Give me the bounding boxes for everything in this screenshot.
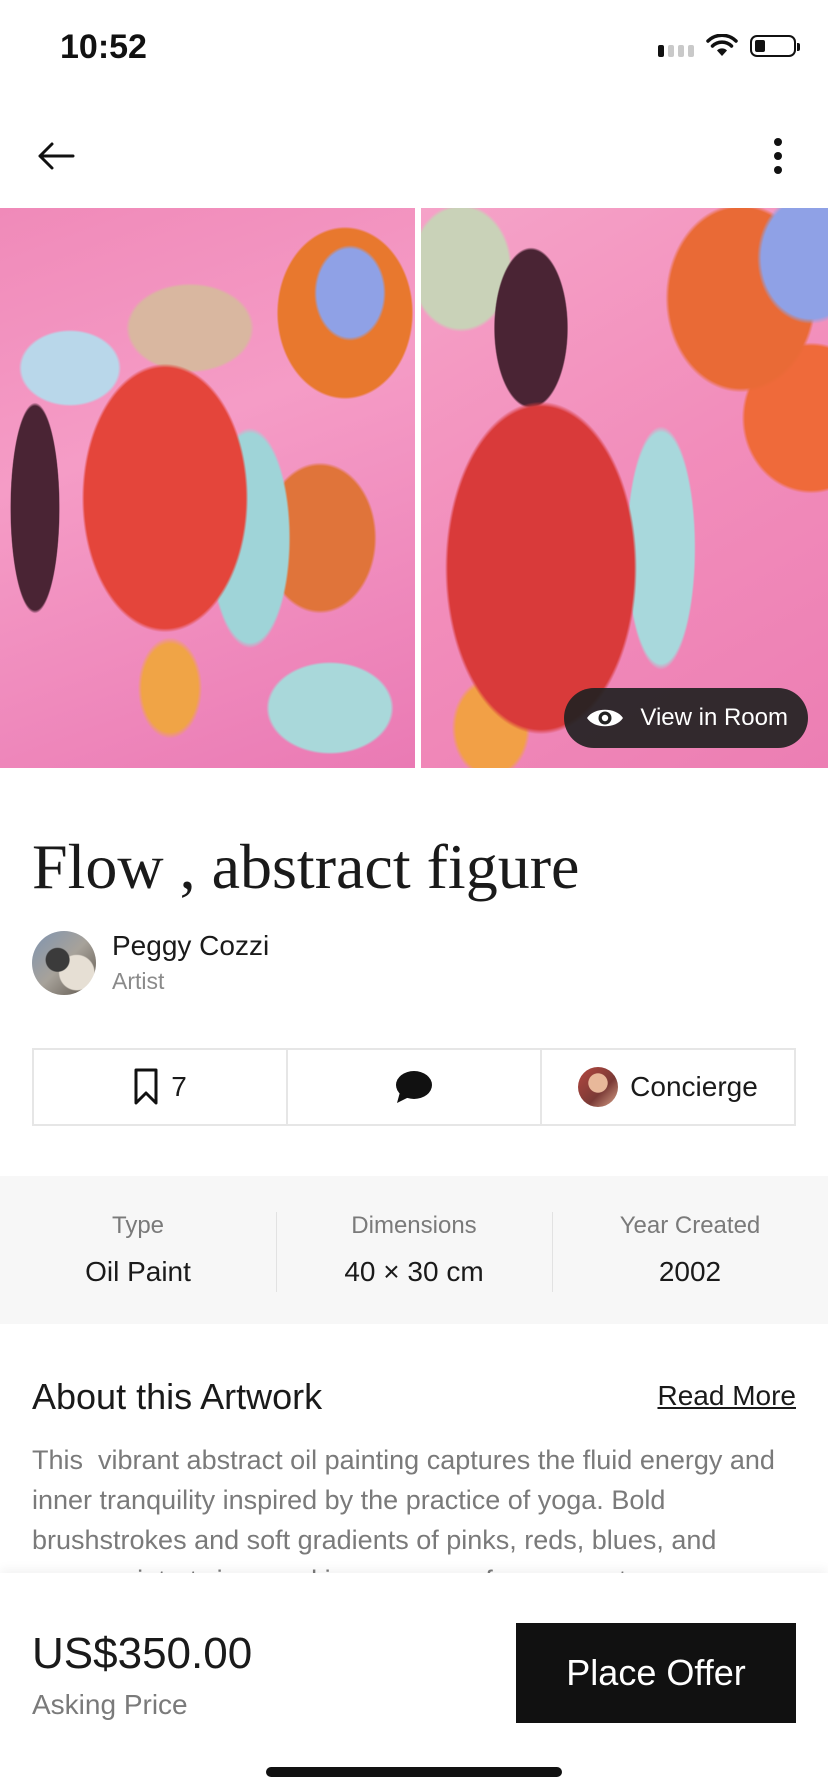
- back-button[interactable]: [30, 130, 82, 182]
- bookmark-icon: [134, 1068, 158, 1105]
- spec-value: Oil Paint: [85, 1256, 191, 1287]
- purchase-bar: US$350.00 Asking Price Place Offer: [0, 1573, 828, 1792]
- artist-name[interactable]: Peggy Cozzi: [112, 930, 269, 962]
- spec-value: 2002: [658, 1256, 722, 1287]
- eye-icon: [587, 709, 624, 727]
- action-bar: 7 Concierge: [32, 1048, 796, 1126]
- more-options-button[interactable]: [756, 130, 800, 182]
- arrow-left-icon: [38, 142, 75, 170]
- chat-bubble-icon: [396, 1071, 432, 1103]
- status-bar: 10:52: [0, 0, 828, 100]
- spec-type: Type Oil Paint: [0, 1212, 276, 1288]
- view-in-room-button[interactable]: View in Room: [564, 688, 808, 748]
- wifi-icon: [706, 34, 738, 56]
- about-description: This vibrant abstract oil painting captu…: [32, 1445, 775, 1574]
- place-offer-button[interactable]: Place Offer: [516, 1623, 796, 1723]
- artwork-specs: Type Oil Paint Dimensions 40 × 30 cm Yea…: [0, 1176, 828, 1324]
- spec-dimensions: Dimensions 40 × 30 cm: [276, 1212, 552, 1292]
- save-button[interactable]: 7: [34, 1050, 286, 1124]
- battery-icon: [750, 35, 800, 57]
- cellular-signal-icon: [658, 35, 694, 57]
- more-vertical-icon: [774, 138, 782, 174]
- view-in-room-label: View in Room: [640, 704, 788, 731]
- home-indicator[interactable]: [266, 1767, 562, 1777]
- concierge-button[interactable]: Concierge: [540, 1050, 794, 1124]
- artwork-image[interactable]: [0, 208, 415, 768]
- spec-label: Type: [111, 1212, 165, 1239]
- spec-value: 40 × 30 cm: [344, 1256, 484, 1287]
- artist-profile[interactable]: Peggy Cozzi Artist: [32, 930, 269, 995]
- save-count: 7: [171, 1071, 187, 1102]
- concierge-avatar: [578, 1067, 619, 1107]
- spec-label: Dimensions: [351, 1212, 477, 1239]
- asking-price-label: Asking Price: [32, 1689, 188, 1720]
- nav-bar: [0, 100, 828, 208]
- about-title: About this Artwork: [32, 1376, 323, 1417]
- artist-role: Artist: [112, 968, 165, 994]
- artwork-gallery[interactable]: View in Room: [0, 208, 828, 768]
- artwork-title: Flow , abstract figure: [32, 831, 580, 902]
- read-more-link[interactable]: Read More: [657, 1380, 796, 1412]
- spec-label: Year Created: [619, 1212, 761, 1239]
- comment-button[interactable]: [286, 1050, 540, 1124]
- artwork-image-detail[interactable]: View in Room: [421, 208, 828, 768]
- concierge-label: Concierge: [630, 1071, 758, 1102]
- status-time: 10:52: [60, 28, 147, 66]
- spec-year-created: Year Created 2002: [552, 1212, 828, 1292]
- asking-price: US$350.00: [32, 1629, 253, 1678]
- artist-avatar[interactable]: [32, 930, 96, 995]
- status-icons: [658, 34, 800, 58]
